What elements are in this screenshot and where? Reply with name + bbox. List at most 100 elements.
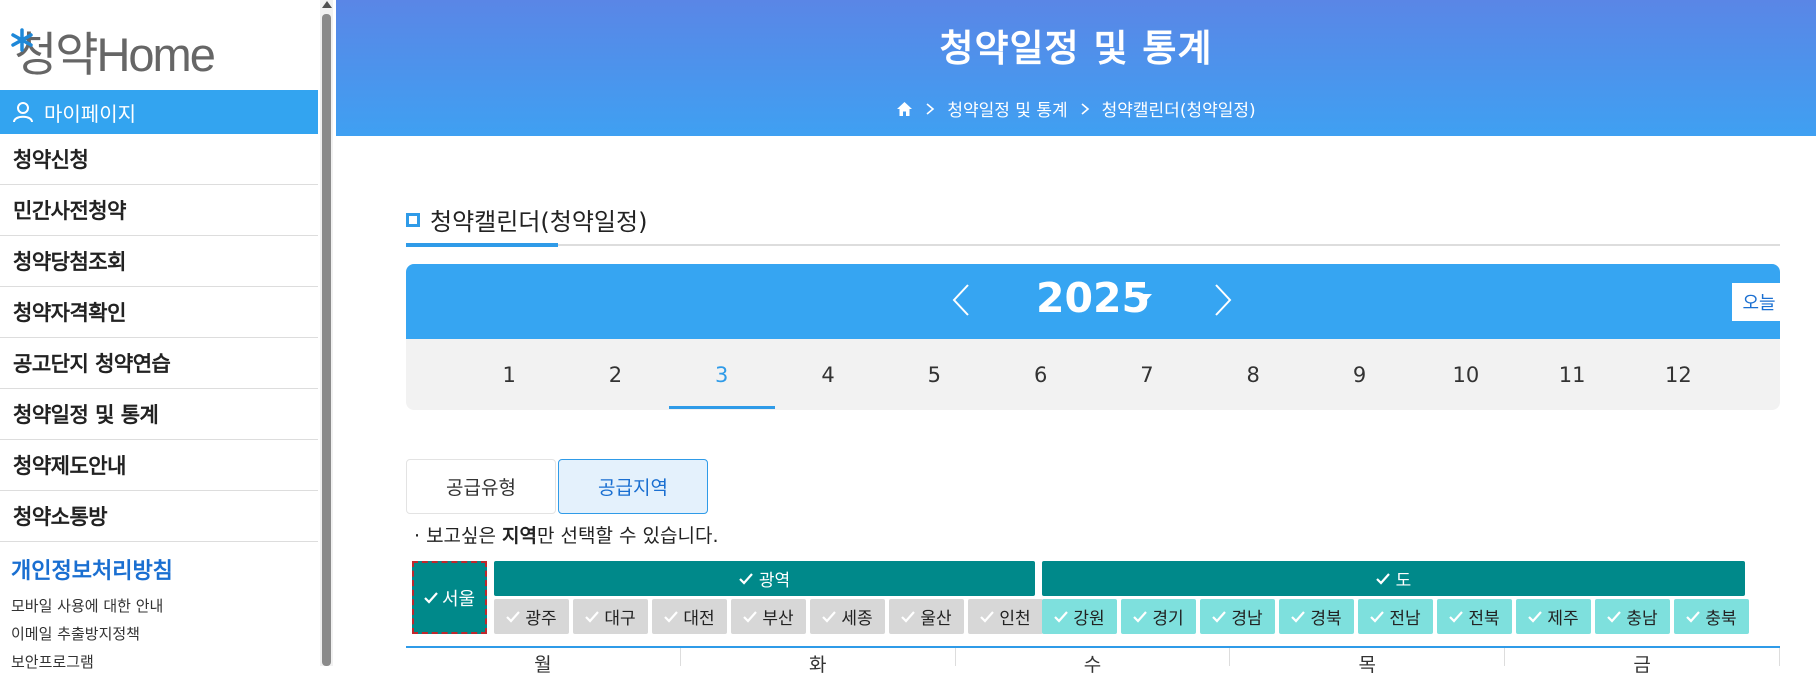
sidebar-scrollbar[interactable] [320, 0, 333, 666]
sublink[interactable]: 이메일 추출방지정책 [11, 620, 163, 648]
check-icon [1133, 610, 1148, 623]
region-label: 인천 [999, 609, 1031, 629]
region-label: 대전 [683, 609, 715, 629]
month-tab-selected[interactable]: 3 [668, 339, 776, 410]
privacy-policy-link[interactable]: 개인정보처리방침 [11, 553, 173, 585]
sidebar: 청약Home 마이페이지 청약신청 민간사전청약 청약당첨조회 청약자격확인 공… [0, 0, 318, 671]
region-chip[interactable]: 대전 [652, 599, 727, 634]
region-chip[interactable]: 부산 [731, 599, 806, 634]
province-chips: 강원 경기 경남 경북 전남 전북 제주 충남 충북 [1042, 599, 1749, 634]
region-label: 광주 [525, 609, 557, 629]
check-icon [1686, 610, 1701, 623]
region-chip[interactable]: 세종 [810, 599, 885, 634]
check-icon [1054, 610, 1069, 623]
menu-item[interactable]: 청약신청 [0, 134, 318, 185]
region-chip[interactable]: 대구 [573, 599, 648, 634]
year-label[interactable]: 2025 [406, 274, 1780, 322]
check-icon [822, 610, 837, 623]
weekday-label: 월 [406, 648, 681, 676]
region-label: 전북 [1468, 609, 1500, 629]
month-tab[interactable]: 2 [562, 339, 668, 410]
region-chip-seoul[interactable]: 서울 [412, 561, 487, 634]
chevron-right-icon [925, 102, 935, 116]
metro-group-toggle[interactable]: 광역 [494, 561, 1035, 596]
home-icon[interactable] [896, 101, 913, 117]
filter-tabs: 공급유형 공급지역 [406, 459, 708, 514]
logo-star-icon [11, 28, 33, 52]
sublink[interactable]: 보안프로그램 [11, 648, 163, 676]
region-label: 경북 [1310, 609, 1342, 629]
check-icon [664, 610, 679, 623]
region-label: 울산 [920, 609, 952, 629]
month-tab[interactable]: 12 [1625, 339, 1731, 410]
check-icon [743, 610, 758, 623]
year-dropdown-caret-icon[interactable] [1138, 294, 1152, 302]
region-chip[interactable]: 경북 [1279, 599, 1354, 634]
region-label: 충남 [1626, 609, 1658, 629]
check-icon [1449, 610, 1464, 623]
square-bullet-icon [406, 212, 420, 227]
sublink[interactable]: 모바일 사용에 대한 안내 [11, 592, 163, 620]
check-icon [1370, 610, 1385, 623]
title-divider [406, 244, 1780, 246]
tab-supply-type[interactable]: 공급유형 [406, 459, 556, 514]
region-chip[interactable]: 전남 [1358, 599, 1433, 634]
notice-emphasis: 지역 [502, 525, 538, 547]
month-tab[interactable]: 8 [1200, 339, 1306, 410]
region-chip[interactable]: 충남 [1595, 599, 1670, 634]
tab-supply-region[interactable]: 공급지역 [558, 459, 708, 514]
province-group-toggle[interactable]: 도 [1042, 561, 1745, 596]
region-label: 충북 [1705, 609, 1737, 629]
month-tab[interactable]: 10 [1413, 339, 1519, 410]
notice-prefix: · 보고싶은 [414, 525, 503, 547]
region-chip[interactable]: 광주 [494, 599, 569, 634]
weekday-label: 금 [1505, 648, 1780, 676]
today-button[interactable]: 오늘 [1732, 283, 1780, 321]
weekday-header: 월 화 수 목 금 [406, 646, 1780, 676]
region-chip[interactable]: 강원 [1042, 599, 1117, 634]
metro-chips: 광주 대구 대전 부산 세종 울산 인천 [494, 599, 1043, 634]
region-label: 전남 [1389, 609, 1421, 629]
mypage-button[interactable]: 마이페이지 [0, 90, 318, 134]
menu-item[interactable]: 청약소통방 [0, 491, 318, 542]
menu-item[interactable]: 민간사전청약 [0, 185, 318, 236]
month-tab[interactable]: 1 [456, 339, 562, 410]
year-bar: 2025 오늘 [406, 264, 1780, 339]
scroll-thumb[interactable] [322, 14, 331, 666]
region-label: 경남 [1231, 609, 1263, 629]
menu-item[interactable]: 청약자격확인 [0, 287, 318, 338]
check-icon [1291, 610, 1306, 623]
logo-text: 청약Home [14, 27, 216, 81]
month-tab[interactable]: 7 [1094, 339, 1200, 410]
breadcrumb-item[interactable]: 청약캘린더(청약일정) [1102, 96, 1256, 121]
month-tab[interactable]: 9 [1306, 339, 1412, 410]
scroll-up-icon[interactable] [322, 1, 332, 8]
region-label: 경기 [1152, 609, 1184, 629]
region-chip[interactable]: 경기 [1121, 599, 1196, 634]
group-label: 도 [1395, 571, 1412, 591]
month-tab[interactable]: 4 [775, 339, 881, 410]
region-chip[interactable]: 인천 [968, 599, 1043, 634]
region-chip[interactable]: 경남 [1200, 599, 1275, 634]
weekday-label: 목 [1230, 648, 1506, 676]
month-tab[interactable]: 11 [1519, 339, 1625, 410]
check-icon [901, 610, 916, 623]
breadcrumb: 청약일정 및 통계 청약캘린더(청약일정) [336, 96, 1816, 121]
month-tab[interactable]: 6 [987, 339, 1093, 410]
region-chip[interactable]: 전북 [1437, 599, 1512, 634]
check-icon [1528, 610, 1543, 623]
filter-notice: · 보고싶은 지역만 선택할 수 있습니다. [414, 521, 719, 548]
breadcrumb-item[interactable]: 청약일정 및 통계 [947, 96, 1067, 121]
region-chip[interactable]: 제주 [1516, 599, 1591, 634]
main-menu: 청약신청 민간사전청약 청약당첨조회 청약자격확인 공고단지 청약연습 청약일정… [0, 134, 318, 542]
next-year-chevron-icon[interactable] [1212, 282, 1234, 322]
region-chip[interactable]: 충북 [1674, 599, 1749, 634]
menu-item[interactable]: 청약제도안내 [0, 440, 318, 491]
logo[interactable]: 청약Home [10, 22, 216, 81]
menu-item[interactable]: 청약당첨조회 [0, 236, 318, 287]
region-chip[interactable]: 울산 [889, 599, 964, 634]
month-tab[interactable]: 5 [881, 339, 987, 410]
menu-item[interactable]: 청약일정 및 통계 [0, 389, 318, 440]
menu-item[interactable]: 공고단지 청약연습 [0, 338, 318, 389]
check-icon [980, 610, 995, 623]
